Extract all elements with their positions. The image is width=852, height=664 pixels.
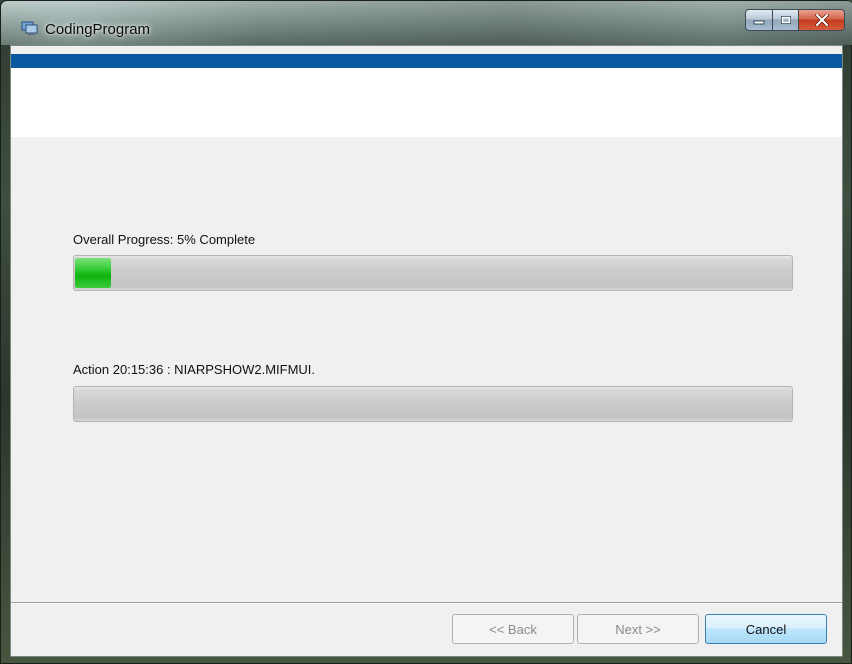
back-button[interactable]: << Back bbox=[452, 614, 574, 644]
banner-stripe bbox=[11, 54, 842, 68]
caption-buttons bbox=[745, 9, 845, 33]
cancel-button[interactable]: Cancel bbox=[705, 614, 827, 644]
overall-progress-label: Overall Progress: 5% Complete bbox=[73, 232, 256, 247]
minimize-button[interactable] bbox=[745, 9, 773, 31]
header-banner bbox=[11, 68, 842, 137]
action-status-label: Action 20:15:36 : NIARPSHOW2.MIFMUI. bbox=[73, 362, 316, 377]
close-icon bbox=[814, 14, 829, 26]
window-title: CodingProgram bbox=[45, 21, 151, 38]
footer-separator bbox=[11, 602, 842, 604]
installer-app-icon bbox=[21, 21, 38, 35]
title-bar[interactable]: CodingProgram bbox=[1, 1, 852, 45]
overall-progress-fill bbox=[75, 258, 111, 288]
installer-window: CodingProgram Overall Progress: 5% Compl… bbox=[0, 0, 852, 664]
overall-progress-bar bbox=[73, 255, 793, 291]
minimize-icon bbox=[753, 20, 765, 25]
dialog-client-area: Overall Progress: 5% Complete Action 20:… bbox=[10, 45, 843, 657]
maximize-icon bbox=[780, 16, 791, 24]
close-button[interactable] bbox=[799, 9, 845, 31]
maximize-button[interactable] bbox=[773, 9, 799, 31]
action-progress-bar bbox=[73, 386, 793, 422]
next-button[interactable]: Next >> bbox=[577, 614, 699, 644]
